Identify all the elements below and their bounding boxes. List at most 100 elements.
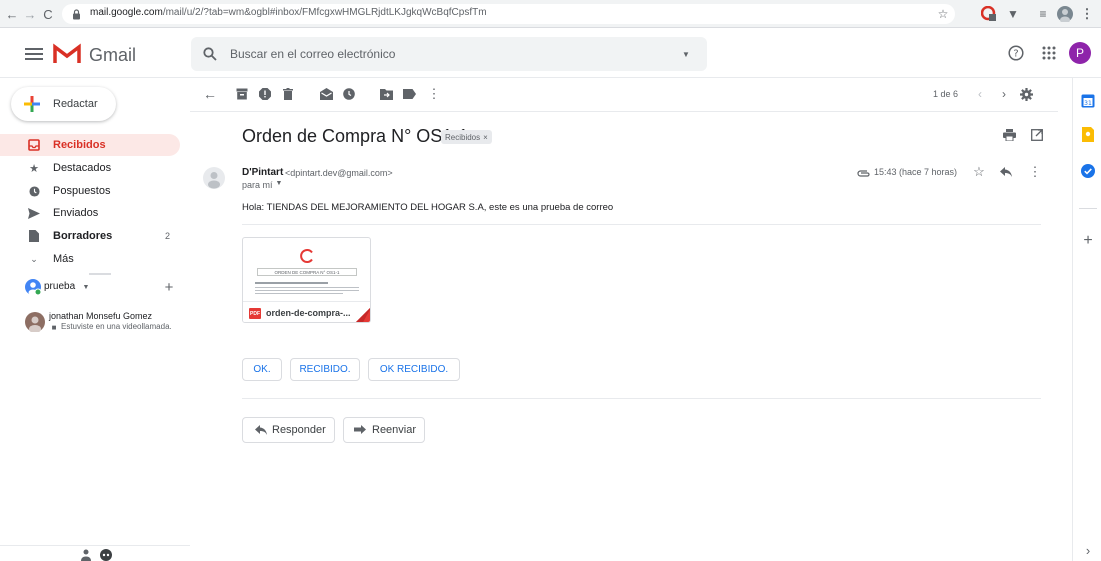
settings-gear-icon[interactable] [1018, 86, 1034, 102]
contacts-person-icon[interactable] [80, 549, 92, 561]
reply-icon[interactable] [998, 164, 1014, 180]
preview-text-lines [255, 282, 359, 298]
extension-icon[interactable] [980, 5, 998, 23]
main-menu-icon[interactable] [24, 45, 44, 63]
svg-text:?: ? [1013, 49, 1018, 60]
video-call-icon: ■ [51, 323, 57, 332]
label-chip-text: Recibidos [445, 132, 481, 142]
vpn-extension-icon[interactable]: ▼ [1004, 5, 1022, 23]
smart-reply-ok[interactable]: OK. [242, 358, 282, 381]
sender-avatar-icon [203, 167, 225, 189]
send-icon [28, 207, 40, 219]
move-to-icon[interactable] [378, 86, 394, 102]
star-bookmark-icon[interactable]: ☆ [936, 7, 950, 21]
archive-icon[interactable] [234, 86, 250, 102]
more-options-icon[interactable]: ⋮ [1027, 164, 1043, 180]
sidebar-item-label: Borradores [53, 230, 113, 242]
smart-reply-label: OK. [253, 364, 271, 375]
side-apps-panel: 31 + › [1072, 78, 1101, 561]
attachment-filename: orden-de-compra-... [266, 308, 351, 318]
mark-unread-icon[interactable] [318, 86, 334, 102]
label-chip[interactable]: Recibidos × [441, 130, 492, 144]
tasks-icon[interactable] [1080, 163, 1096, 179]
calendar-icon[interactable]: 31 [1080, 93, 1096, 109]
back-arrow-icon[interactable]: ← [4, 6, 20, 22]
preview-title: ORDEN DE COMPRA N° OS1-1 [274, 269, 340, 275]
avatar-letter: P [1075, 46, 1084, 60]
sidebar-item-drafts[interactable]: Borradores 2 [0, 225, 180, 247]
open-new-window-icon[interactable] [1029, 127, 1045, 143]
address-bar[interactable]: mail.google.com/mail/u/2/?tab=wm&ogbl#in… [62, 4, 955, 24]
sidebar-item-sent[interactable]: Enviados [0, 202, 180, 224]
toolbar-divider [190, 111, 1058, 112]
label-icon[interactable] [401, 86, 417, 102]
smart-reply-recibido[interactable]: RECIBIDO. [290, 358, 360, 381]
delete-icon[interactable] [280, 86, 296, 102]
snooze-icon[interactable] [341, 86, 357, 102]
reply-arrow-icon [255, 425, 267, 435]
reload-icon[interactable]: C [40, 6, 56, 22]
url-domain: mail.google.com [90, 7, 163, 18]
search-options-icon[interactable]: ▼ [679, 47, 693, 61]
expand-panel-chevron-icon[interactable]: › [1082, 543, 1094, 558]
hangouts-divider [89, 273, 111, 275]
sidebar-item-label: Destacados [53, 162, 112, 174]
apps-grid-icon[interactable] [1040, 44, 1058, 62]
panel-divider [1079, 208, 1097, 209]
sidebar-item-inbox[interactable]: Recibidos [0, 134, 180, 156]
profile-photo-icon[interactable] [1056, 5, 1074, 23]
newer-chevron-icon[interactable]: ‹ [972, 86, 988, 102]
gmail-logo-icon[interactable] [52, 42, 82, 66]
more-actions-icon[interactable]: ⋮ [426, 86, 442, 102]
account-avatar[interactable]: P [1069, 42, 1091, 64]
sidebar-item-starred[interactable]: ★ Destacados [0, 157, 180, 179]
older-chevron-icon[interactable]: › [996, 86, 1012, 102]
hangouts-user[interactable]: prueba ▼ + [25, 279, 185, 297]
sidebar-item-snoozed[interactable]: Pospuestos [0, 180, 180, 202]
forward-button[interactable]: Reenviar [343, 417, 425, 443]
star-icon[interactable]: ☆ [971, 164, 987, 180]
gmail-window: ← → C mail.google.com/mail/u/2/?tab=wm&o… [0, 0, 1101, 561]
sidebar-item-label: Pospuestos [53, 185, 111, 197]
add-contact-icon[interactable]: + [161, 279, 177, 296]
inbox-icon [28, 139, 40, 151]
url-text: mail.google.com/mail/u/2/?tab=wm&ogbl#in… [90, 7, 487, 18]
help-icon[interactable]: ? [1007, 44, 1025, 62]
search-input[interactable]: Buscar en el correo electrónico ▼ [191, 37, 707, 71]
chevron-down-icon: ⌄ [30, 253, 38, 264]
browser-toolbar: ← → C mail.google.com/mail/u/2/?tab=wm&o… [0, 0, 1101, 28]
search-icon[interactable] [202, 46, 218, 62]
recipient-toggle[interactable]: para mí ▼ [242, 180, 282, 190]
contact-item[interactable]: jonathan Monsefu Gomez ■ Estuviste en un… [25, 310, 185, 338]
browser-menu-icon[interactable]: ⋮ [1080, 5, 1094, 23]
keep-icon[interactable] [1080, 126, 1096, 142]
email-body: Hola: TIENDAS DEL MEJORAMIENTO DEL HOGAR… [242, 202, 614, 213]
sidebar-bottom-divider [0, 545, 190, 546]
hangouts-chat-icon[interactable] [100, 549, 112, 561]
reading-list-icon[interactable]: ≡ [1034, 5, 1052, 23]
clock-icon [28, 185, 40, 197]
sidebar-item-label: Recibidos [53, 139, 106, 151]
report-spam-icon[interactable] [257, 86, 273, 102]
add-addon-icon[interactable]: + [1080, 232, 1096, 249]
url-path: /mail/u/2/?tab=wm&ogbl#inbox/FMfcgxwHMGL… [162, 7, 487, 18]
back-to-inbox-icon[interactable]: ← [202, 86, 218, 102]
remove-label-icon[interactable]: × [483, 133, 488, 142]
attachment-card[interactable]: ORDEN DE COMPRA N° OS1-1 PDF orden-de-co… [242, 237, 371, 323]
forward-arrow-icon[interactable]: → [22, 6, 38, 22]
print-icon[interactable] [1001, 127, 1017, 143]
smart-reply-ok-recibido[interactable]: OK RECIBIDO. [368, 358, 460, 381]
attachment-clip-icon [857, 168, 871, 178]
attachment-footer: PDF orden-de-compra-... [243, 301, 370, 322]
reply-button[interactable]: Responder [242, 417, 335, 443]
app-name: Gmail [89, 45, 137, 65]
contact-name: jonathan Monsefu Gomez [49, 311, 153, 321]
star-icon: ★ [29, 162, 39, 175]
user-avatar-icon [25, 279, 41, 295]
preview-title-box: ORDEN DE COMPRA N° OS1-1 [257, 268, 357, 276]
lock-icon [70, 8, 82, 20]
hangouts-user-name: prueba [44, 281, 76, 292]
sidebar-item-more[interactable]: ⌄ Más [0, 248, 180, 270]
compose-button[interactable]: Redactar [11, 87, 116, 121]
sender-name[interactable]: D'Pintart [242, 167, 283, 178]
